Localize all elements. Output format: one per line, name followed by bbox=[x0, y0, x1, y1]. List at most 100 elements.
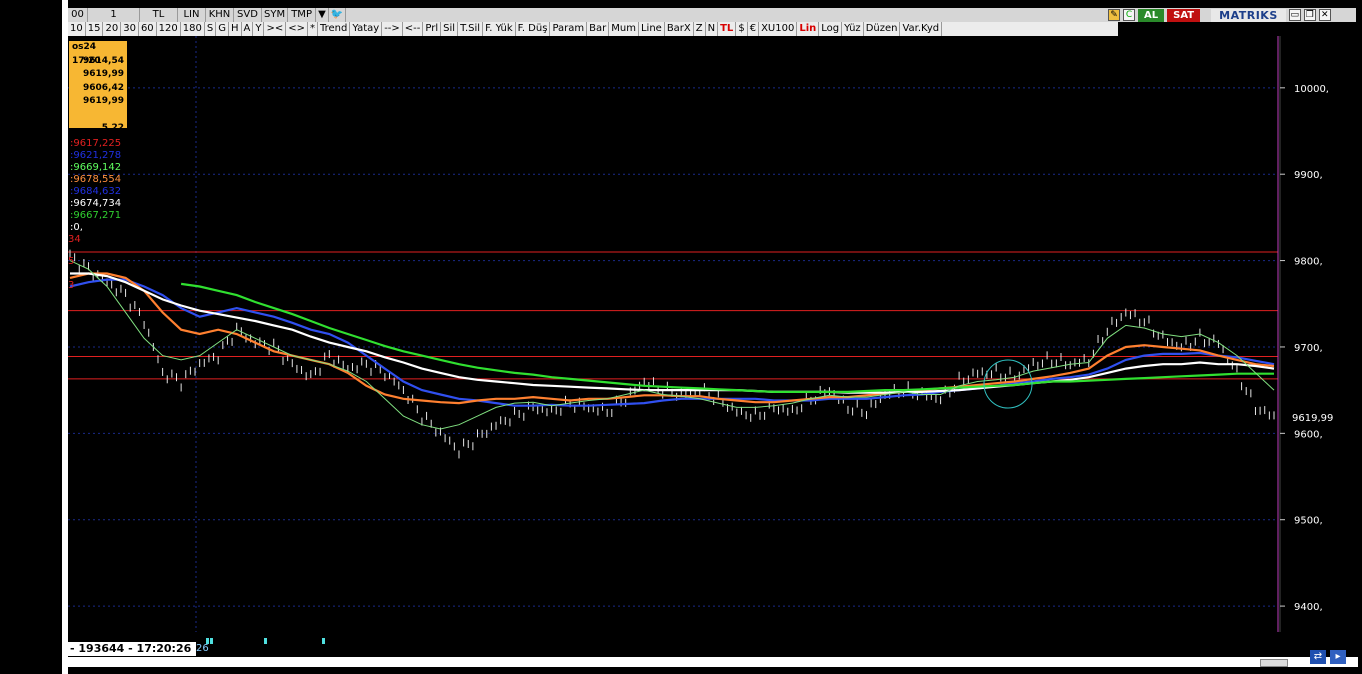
toolbar-item-11[interactable]: Y bbox=[253, 22, 265, 36]
toolbar-item-36[interactable]: Log bbox=[819, 22, 843, 36]
twitter-icon[interactable]: 🐦 bbox=[329, 8, 347, 22]
toolbar-item-4[interactable]: KHN bbox=[206, 8, 234, 22]
toolbar-item-1[interactable]: 1 bbox=[88, 8, 140, 22]
left-edge-label-2: 3 bbox=[68, 280, 74, 291]
toolbar-item-22[interactable]: F. Yük bbox=[483, 22, 516, 36]
scroll-right-icon[interactable]: ▸ bbox=[1330, 650, 1346, 664]
toolbar-item-19[interactable]: Prl bbox=[423, 22, 442, 36]
toolbar-item-14[interactable]: * bbox=[308, 22, 318, 36]
time-tick-3 bbox=[322, 638, 325, 644]
ohlc-info-box: os24 17:20 9614,54 9619,99 9606,42 9619,… bbox=[69, 41, 127, 133]
toolbar-item-15[interactable]: Trend bbox=[318, 22, 351, 36]
toolbar-item-0[interactable]: 00 bbox=[68, 8, 88, 22]
toolbar-item-3[interactable]: LIN bbox=[178, 8, 206, 22]
pencil-icon[interactable]: ✎ bbox=[1108, 9, 1120, 21]
toolbar-item-35[interactable]: Lin bbox=[797, 22, 820, 36]
toolbar-item-6[interactable]: SYM bbox=[262, 8, 289, 22]
toolbar-item-4[interactable]: 60 bbox=[139, 22, 157, 36]
toolbar-item-23[interactable]: F. Düş bbox=[516, 22, 551, 36]
toolbar-item-1[interactable]: 15 bbox=[86, 22, 104, 36]
info-date: os24 17:20 bbox=[72, 42, 101, 66]
refresh-icon[interactable]: C bbox=[1123, 9, 1135, 21]
toolbar-item-29[interactable]: Z bbox=[694, 22, 706, 36]
toolbar-tools: 10 15 20 30 60 120 180 S G H A Y >< <> * Trend Yatay --> <… bbox=[68, 22, 1118, 36]
info-close: 9619,99 bbox=[83, 96, 124, 106]
toolbar-item-20[interactable]: Sil bbox=[441, 22, 459, 36]
toolbar-item-39[interactable]: Var.Kyd bbox=[900, 22, 943, 36]
info-change: 5,22 bbox=[101, 123, 124, 133]
close-icon[interactable]: ✕ bbox=[1318, 9, 1331, 21]
info-low: 9606,42 bbox=[83, 82, 124, 93]
toolbar-item-5[interactable]: 120 bbox=[157, 22, 181, 36]
y-tick-label-0: 10000, bbox=[1294, 84, 1329, 95]
toolbar-item-25[interactable]: Bar bbox=[587, 22, 610, 36]
left-edge-label-0: 34 bbox=[68, 234, 81, 245]
y-tick-label-4: 9600, bbox=[1294, 429, 1323, 440]
toolbar-item-10[interactable]: A bbox=[242, 22, 254, 36]
toolbar-item-8[interactable]: G bbox=[216, 22, 229, 36]
time-axis bbox=[68, 636, 1278, 656]
last-price-label: 9619,99 bbox=[1292, 413, 1333, 424]
toolbar-item-21[interactable]: T.Sil bbox=[458, 22, 484, 36]
info-high: 9619,99 bbox=[83, 69, 124, 79]
left-edge-label-1: 5 bbox=[68, 256, 74, 267]
y-tick-label-5: 9500, bbox=[1294, 516, 1323, 527]
y-tick-label-3: 9700, bbox=[1294, 343, 1323, 354]
indicator-values: :9617,225:9621,278:9669,142:9678,554:968… bbox=[70, 138, 121, 234]
time-tick-2 bbox=[264, 638, 267, 644]
minimize-icon[interactable]: ▭ bbox=[1288, 9, 1301, 21]
indicator-value-6: :9667,271 bbox=[70, 210, 122, 221]
indicator-value-3: :9678,554 bbox=[70, 174, 122, 185]
toolbar-item-13[interactable]: <> bbox=[286, 22, 308, 36]
price-chart[interactable]: 10000, 9900, 9800, 9700, 9600, 9500, 9400, 9619… bbox=[68, 36, 1358, 636]
toolbar-item-16[interactable]: Yatay bbox=[350, 22, 383, 36]
status-day: 26 bbox=[196, 643, 209, 654]
left-margin bbox=[0, 0, 62, 674]
horizontal-scrollbar[interactable] bbox=[68, 657, 1358, 667]
toolbar-item-6[interactable]: 180 bbox=[181, 22, 205, 36]
maximize-icon[interactable]: ❐ bbox=[1303, 9, 1316, 21]
toolbar-item-30[interactable]: N bbox=[706, 22, 719, 36]
corner-buttons: ⇄ ▸ bbox=[1310, 650, 1346, 664]
status-time: - 193644 - 17:20:26 bbox=[68, 642, 196, 656]
indicator-value-4: :9684,632 bbox=[70, 186, 122, 197]
toolbar-item-33[interactable]: € bbox=[748, 22, 760, 36]
toolbar-item-3[interactable]: 30 bbox=[121, 22, 139, 36]
toolbar-right-group: ✎ C AL SAT MATRIKS ▭ ❐ ✕ bbox=[1108, 8, 1331, 22]
toolbar-item-28[interactable]: BarX bbox=[665, 22, 694, 36]
toolbar-item-7[interactable]: S bbox=[205, 22, 217, 36]
toolbar-item-12[interactable]: >< bbox=[264, 22, 287, 36]
toolbar-item-27[interactable]: Line bbox=[639, 22, 665, 36]
toolbar-item-9[interactable]: H bbox=[229, 22, 242, 36]
sync-icon[interactable]: ⇄ bbox=[1310, 650, 1326, 664]
toolbar-item-0[interactable]: 10 bbox=[68, 22, 86, 36]
y-tick-label-6: 9400, bbox=[1294, 602, 1323, 613]
indicator-value-0: :9617,225 bbox=[70, 138, 122, 149]
info-blank bbox=[72, 109, 124, 123]
toolbar-item-34[interactable]: XU100 bbox=[759, 22, 798, 36]
indicator-value-7: :0, bbox=[70, 222, 83, 233]
scroll-thumb[interactable] bbox=[1260, 659, 1288, 667]
toolbar-item-8[interactable]: ▼ bbox=[316, 8, 329, 22]
toolbar-item-37[interactable]: Yüz bbox=[842, 22, 864, 36]
toolbar-item-17[interactable]: --> bbox=[382, 22, 403, 36]
buy-button[interactable]: AL bbox=[1138, 8, 1165, 22]
toolbar-item-32[interactable]: $ bbox=[736, 22, 748, 36]
y-tick-label-2: 9800, bbox=[1294, 257, 1323, 268]
toolbar-item-2[interactable]: 20 bbox=[103, 22, 122, 36]
toolbar-item-26[interactable]: Mum bbox=[609, 22, 639, 36]
toolbar-item-18[interactable]: <-- bbox=[403, 22, 424, 36]
chart-bg bbox=[68, 36, 1358, 636]
sell-button[interactable]: SAT bbox=[1167, 8, 1201, 22]
toolbar-item-31[interactable]: TL bbox=[718, 22, 737, 36]
indicator-value-5: :9674,734 bbox=[70, 198, 122, 209]
indicator-value-2: :9669,142 bbox=[70, 162, 122, 173]
toolbar-item-24[interactable]: Param bbox=[550, 22, 588, 36]
toolbar-item-7[interactable]: TMP bbox=[288, 8, 317, 22]
y-tick-label-1: 9900, bbox=[1294, 170, 1323, 181]
toolbar-item-2[interactable]: TL bbox=[140, 8, 178, 22]
toolbar-item-38[interactable]: Düzen bbox=[864, 22, 901, 36]
matriks-logo: MATRIKS bbox=[1211, 8, 1286, 22]
indicator-value-1: :9621,278 bbox=[70, 150, 122, 161]
toolbar-item-5[interactable]: SVD bbox=[234, 8, 262, 22]
